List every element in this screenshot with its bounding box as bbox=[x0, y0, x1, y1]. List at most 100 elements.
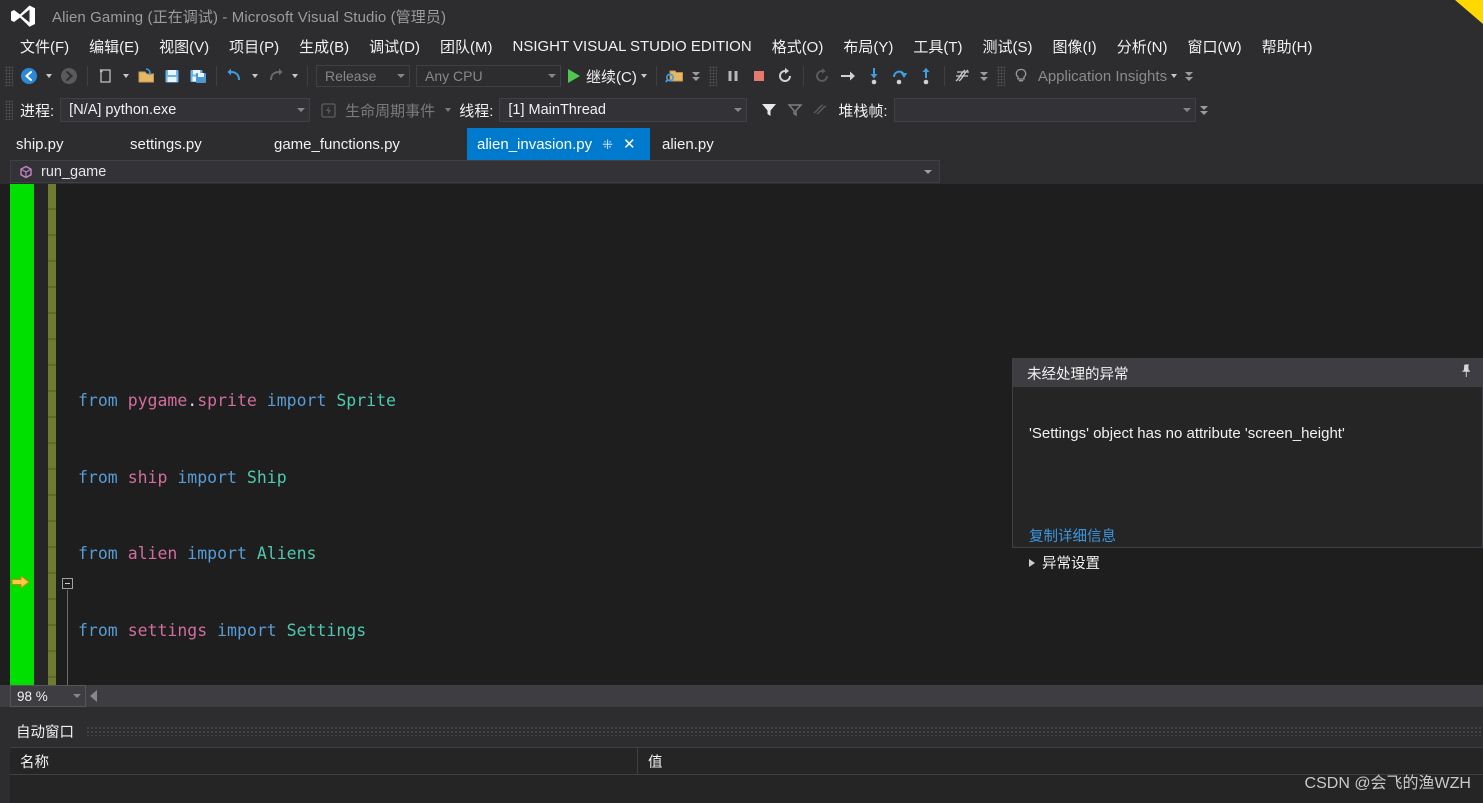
toolbar-grip-2[interactable] bbox=[708, 66, 717, 86]
thread-value: [1] MainThread bbox=[508, 102, 606, 118]
menu-analyze[interactable]: 分析(N) bbox=[1107, 33, 1178, 60]
standard-toolbar: Release Any CPU 继续(C) Application Insigh… bbox=[0, 60, 1483, 92]
attach-overflow-icon[interactable] bbox=[691, 71, 700, 81]
menu-layout[interactable]: 布局(Y) bbox=[833, 33, 903, 60]
threads-view-button[interactable] bbox=[951, 64, 975, 88]
stackframe-combo[interactable] bbox=[893, 98, 1196, 122]
redo-button[interactable] bbox=[263, 64, 287, 88]
navbar-dropdown-icon[interactable] bbox=[924, 169, 932, 174]
menu-nsight[interactable]: NSIGHT VISUAL STUDIO EDITION bbox=[502, 35, 761, 58]
exception-settings-expander[interactable]: 异常设置 bbox=[1029, 552, 1100, 573]
menu-build[interactable]: 生成(B) bbox=[289, 33, 359, 60]
menu-debug[interactable]: 调试(D) bbox=[359, 33, 430, 60]
stop-debugging-button[interactable] bbox=[747, 64, 771, 88]
filter-funnel-disabled-icon[interactable] bbox=[783, 98, 807, 122]
tab-label-settings: settings.py bbox=[130, 135, 202, 153]
navigate-backward-button[interactable] bbox=[17, 64, 41, 88]
continue-label: 继续(C) bbox=[586, 68, 637, 86]
application-insights-dropdown-icon[interactable] bbox=[1171, 74, 1178, 78]
pin-icon[interactable] bbox=[1460, 363, 1474, 384]
autos-window: 自动窗口 名称 值 bbox=[0, 707, 1483, 803]
menu-window[interactable]: 窗口(W) bbox=[1178, 33, 1252, 60]
menu-view[interactable]: 视图(V) bbox=[149, 33, 219, 60]
attach-to-process-button[interactable] bbox=[663, 64, 687, 88]
new-project-dropdown-icon[interactable] bbox=[123, 74, 129, 78]
tab-settings-py[interactable]: settings.py bbox=[120, 128, 212, 160]
undo-button[interactable] bbox=[223, 64, 247, 88]
filter-funnel-icon[interactable] bbox=[757, 98, 781, 122]
unhandled-exception-popup[interactable]: 未经处理的异常 'Settings' object has no attribu… bbox=[1012, 358, 1483, 572]
toolbar-separator-3 bbox=[307, 66, 308, 86]
toolbar-grip[interactable] bbox=[5, 66, 13, 86]
visual-studio-window: Alien Gaming (正在调试) - Microsoft Visual S… bbox=[0, 0, 1483, 803]
chevron-down-icon-6 bbox=[73, 694, 81, 698]
step-out-button[interactable] bbox=[914, 64, 938, 88]
solution-platform-combo[interactable]: Any CPU bbox=[416, 65, 561, 87]
autos-tab-filler bbox=[86, 726, 1483, 736]
navigate-forward-button[interactable] bbox=[57, 64, 81, 88]
lifecycle-events-icon[interactable] bbox=[316, 98, 340, 122]
toolbar-grip-3[interactable] bbox=[996, 66, 1005, 86]
threads-flow-disabled-icon[interactable] bbox=[809, 98, 833, 122]
continue-dropdown-icon[interactable] bbox=[640, 74, 647, 78]
navigate-backward-dropdown-icon[interactable] bbox=[46, 74, 52, 78]
menu-help[interactable]: 帮助(H) bbox=[1252, 33, 1323, 60]
debug-toolbar-grip[interactable] bbox=[5, 100, 13, 120]
menu-format[interactable]: 格式(O) bbox=[762, 33, 834, 60]
autos-grid[interactable]: 名称 值 bbox=[10, 747, 1483, 803]
editor-navigation-bar[interactable]: run_game bbox=[10, 160, 940, 183]
tab-ship-py[interactable]: ship.py bbox=[6, 128, 74, 160]
debug-toolbar-overflow-icon[interactable] bbox=[1199, 105, 1208, 115]
editor-breakpoint-gutter[interactable] bbox=[34, 184, 48, 685]
threads-overflow-icon[interactable] bbox=[979, 71, 988, 81]
restart-button[interactable] bbox=[773, 64, 797, 88]
stackframe-label: 堆栈帧: bbox=[838, 102, 888, 120]
menu-test[interactable]: 测试(S) bbox=[973, 33, 1043, 60]
copy-details-link[interactable]: 复制详细信息 bbox=[1029, 525, 1116, 546]
tab-alien-invasion-py[interactable]: alien_invasion.py ⁜ ✕ bbox=[467, 128, 650, 160]
menu-image[interactable]: 图像(I) bbox=[1043, 33, 1107, 60]
step-over-button[interactable] bbox=[888, 64, 912, 88]
menu-edit[interactable]: 编辑(E) bbox=[79, 33, 149, 60]
new-project-button[interactable] bbox=[94, 64, 118, 88]
tab-alien-py[interactable]: alien.py bbox=[652, 128, 724, 160]
menu-tools[interactable]: 工具(T) bbox=[903, 33, 972, 60]
open-file-button[interactable] bbox=[134, 64, 158, 88]
menu-project[interactable]: 项目(P) bbox=[219, 33, 289, 60]
application-insights-label[interactable]: Application Insights bbox=[1038, 68, 1167, 85]
save-all-button[interactable] bbox=[186, 64, 210, 88]
pin-tab-icon[interactable]: ⁜ bbox=[602, 138, 613, 151]
redo-dropdown-icon[interactable] bbox=[292, 74, 298, 78]
toolbar-separator-2 bbox=[216, 66, 217, 86]
restart-disabled-button[interactable] bbox=[810, 64, 834, 88]
tab-label-game-functions: game_functions.py bbox=[274, 135, 400, 153]
menu-file[interactable]: 文件(F) bbox=[10, 33, 79, 60]
autos-column-name[interactable]: 名称 bbox=[10, 748, 638, 774]
toolbar-overflow-icon[interactable] bbox=[1185, 71, 1194, 81]
menu-team[interactable]: 团队(M) bbox=[430, 33, 503, 60]
thread-label: 线程: bbox=[459, 102, 494, 120]
zoom-level-value: 98 % bbox=[17, 688, 48, 704]
collapse-function-icon[interactable] bbox=[62, 578, 73, 589]
break-all-button[interactable] bbox=[721, 64, 745, 88]
save-button[interactable] bbox=[160, 64, 184, 88]
tab-game-functions-py[interactable]: game_functions.py bbox=[264, 128, 410, 160]
process-combo[interactable]: [N/A] python.exe bbox=[60, 98, 311, 122]
undo-dropdown-icon[interactable] bbox=[252, 74, 258, 78]
exception-popup-header: 未经处理的异常 bbox=[1013, 359, 1482, 387]
horizontal-scroll-left-icon[interactable] bbox=[90, 690, 97, 702]
lifecycle-dropdown-icon[interactable] bbox=[445, 108, 452, 112]
solution-configuration-combo[interactable]: Release bbox=[316, 65, 410, 87]
autos-tab-label[interactable]: 自动窗口 bbox=[8, 719, 82, 744]
autos-tab-row: 自动窗口 bbox=[8, 719, 1483, 743]
lightbulb-icon[interactable] bbox=[1009, 64, 1033, 88]
autos-column-value[interactable]: 值 bbox=[638, 748, 1483, 774]
thread-combo[interactable]: [1] MainThread bbox=[499, 98, 748, 122]
close-tab-icon[interactable]: ✕ bbox=[623, 137, 636, 152]
zoom-level-combo[interactable]: 98 % bbox=[10, 685, 86, 707]
step-into-button[interactable] bbox=[862, 64, 886, 88]
show-next-statement-button[interactable] bbox=[836, 64, 860, 88]
continue-button[interactable]: 继续(C) bbox=[564, 64, 637, 88]
chevron-right-icon bbox=[1029, 558, 1035, 567]
